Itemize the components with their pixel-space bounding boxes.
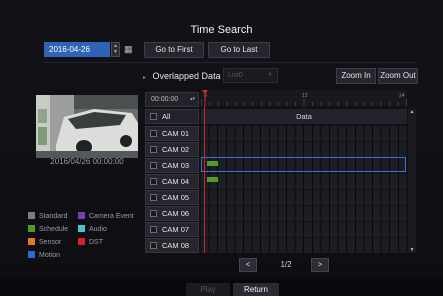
chevron-right-icon: > <box>317 260 323 269</box>
playhead-line <box>204 106 205 253</box>
legend-label: DST <box>89 239 103 246</box>
camera-label: CAM 07 <box>162 225 190 234</box>
camera-track-cam-01[interactable] <box>201 126 407 141</box>
go-to-first-button[interactable]: Go to First <box>144 42 204 58</box>
legend-item-audio: Audio <box>78 225 107 233</box>
camera-label: CAM 02 <box>162 145 190 154</box>
camera-track-cam-05[interactable] <box>201 190 407 205</box>
camera-label: CAM 06 <box>162 209 190 218</box>
date-spinner[interactable]: ▲ ▼ <box>111 42 120 57</box>
time-value: 00:00:00 <box>151 96 179 103</box>
legend-label: Audio <box>89 226 107 233</box>
legend-item-schedule: Schedule <box>28 225 68 233</box>
legend-item-camera-event: Camera Event <box>78 212 134 220</box>
camera-track-cam-02[interactable] <box>201 142 407 157</box>
date-field[interactable]: 2016-04-26 <box>44 42 110 57</box>
spin-down-icon[interactable]: ▼ <box>112 49 119 55</box>
overlapped-data-label: Overlapped Data <box>152 71 221 81</box>
time-field[interactable]: 00:00:00 ▴▾ <box>145 92 199 107</box>
ruler-label-end: 24 <box>399 93 405 99</box>
scroll-down-icon[interactable]: ▼ <box>408 247 416 253</box>
camera-row-cam-02[interactable]: CAM 02 <box>145 142 199 157</box>
overlapped-data: ▸ Overlapped Data <box>143 71 221 81</box>
all-label: All <box>162 112 171 121</box>
data-column-header: Data <box>201 109 407 124</box>
caret-right-icon: ▸ <box>143 75 147 81</box>
checkbox[interactable] <box>150 194 157 201</box>
legend-label: Camera Event <box>89 213 134 220</box>
checkbox[interactable] <box>150 226 157 233</box>
preview-timestamp: 2016/04/26 00:00:00 <box>50 157 124 166</box>
legend-swatch <box>78 225 85 232</box>
camera-track-cam-08[interactable] <box>201 238 407 253</box>
next-page-button[interactable]: > <box>311 258 329 272</box>
checkbox[interactable] <box>150 178 157 185</box>
checkbox[interactable] <box>150 113 157 120</box>
checkbox[interactable] <box>150 242 157 249</box>
time-search-window: Time Search 2016-04-26 ▲ ▼ ▦ Go to First… <box>0 0 443 296</box>
camera-track-cam-04[interactable] <box>201 174 407 189</box>
camera-row-cam-04[interactable]: CAM 04 <box>145 174 199 189</box>
prev-page-button[interactable]: < <box>239 258 257 272</box>
select-all-checkbox[interactable]: All <box>145 109 199 124</box>
camera-row-cam-07[interactable]: CAM 07 <box>145 222 199 237</box>
camera-label: CAM 05 <box>162 193 190 202</box>
camera-label: CAM 04 <box>162 177 190 186</box>
camera-track-cam-07[interactable] <box>201 222 407 237</box>
camera-row-cam-03[interactable]: CAM 03 <box>145 158 199 173</box>
legend-label: Motion <box>39 252 61 259</box>
page-title: Time Search <box>190 24 253 36</box>
zoom-out-button[interactable]: Zoom Out <box>378 68 418 84</box>
time-spinner-icon[interactable]: ▴▾ <box>190 93 195 106</box>
time-ruler[interactable]: 0 12 24 <box>201 90 407 106</box>
chevron-left-icon: < <box>245 260 251 269</box>
checkbox[interactable] <box>150 210 157 217</box>
legend-swatch <box>28 238 35 245</box>
ruler-ticks: 0 12 24 <box>201 90 407 106</box>
divider <box>44 62 417 63</box>
timeline-scrollbar[interactable]: ▲ ▼ <box>408 109 416 253</box>
camera-row-cam-06[interactable]: CAM 06 <box>145 206 199 221</box>
page-indicator: 1/2 <box>280 260 292 269</box>
go-to-last-button[interactable]: Go to Last <box>208 42 270 58</box>
camera-row-cam-01[interactable]: CAM 01 <box>145 126 199 141</box>
checkbox[interactable] <box>150 130 157 137</box>
chevron-down-icon: ▼ <box>267 72 273 78</box>
camera-label: CAM 01 <box>162 129 190 138</box>
overlap-list-select: List0 ▼ <box>223 68 278 83</box>
camera-row-cam-05[interactable]: CAM 05 <box>145 190 199 205</box>
overlap-list-value: List0 <box>228 72 243 79</box>
camera-track-cam-06[interactable] <box>201 206 407 221</box>
recording-bar-cam-04[interactable] <box>207 177 218 182</box>
checkbox[interactable] <box>150 146 157 153</box>
legend-label: Schedule <box>39 226 69 233</box>
play-button[interactable]: Play <box>186 283 230 296</box>
selected-row-highlight <box>201 157 406 172</box>
legend-label: Standard <box>39 213 68 220</box>
return-button[interactable]: Return <box>233 283 279 296</box>
legend-swatch <box>78 212 85 219</box>
calendar-icon[interactable]: ▦ <box>124 44 136 55</box>
legend-swatch <box>28 225 35 232</box>
camera-row-cam-08[interactable]: CAM 08 <box>145 238 199 253</box>
checkbox[interactable] <box>150 162 157 169</box>
legend-swatch <box>28 212 35 219</box>
legend-item-sensor: Sensor <box>28 238 61 246</box>
legend-item-dst: DST <box>78 238 103 246</box>
legend-swatch <box>28 251 35 258</box>
ruler-label-mid: 12 <box>302 93 308 99</box>
legend-item-motion: Motion <box>28 251 60 259</box>
camera-label: CAM 03 <box>162 161 190 170</box>
legend-label: Sensor <box>39 239 62 246</box>
camera-label: CAM 08 <box>162 241 190 250</box>
legend-swatch <box>78 238 85 245</box>
zoom-in-button[interactable]: Zoom In <box>336 68 376 84</box>
camera-preview-image <box>36 95 138 158</box>
legend-item-standard: Standard <box>28 212 67 220</box>
scroll-up-icon[interactable]: ▲ <box>408 109 416 115</box>
